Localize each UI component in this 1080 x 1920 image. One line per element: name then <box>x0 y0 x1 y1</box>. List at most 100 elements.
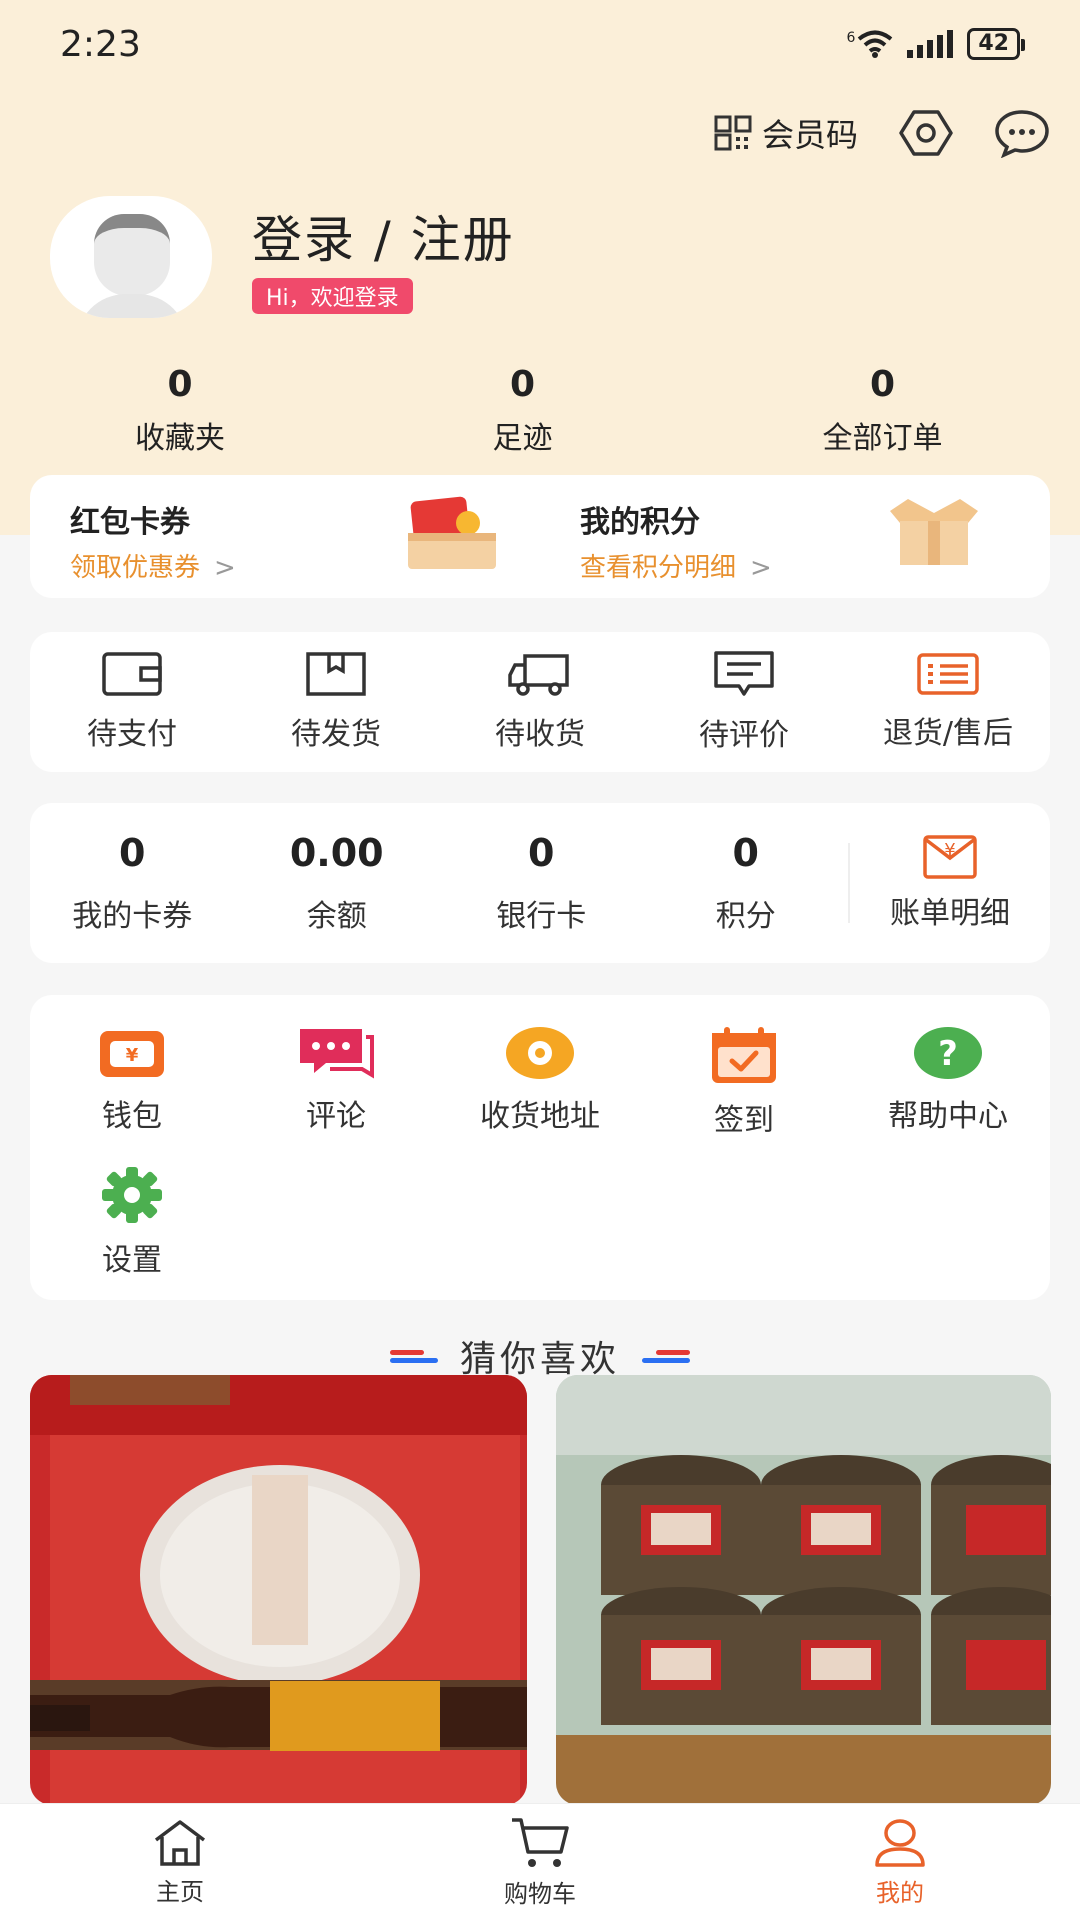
wallet-summary-card: 0 我的卡券 0.00 余额 0 银行卡 0 积分 ¥ 账单明细 <box>30 803 1050 963</box>
stat-footprints[interactable]: 0 足迹 <box>360 364 685 457</box>
truck-icon <box>508 654 569 696</box>
user-icon <box>875 1818 925 1867</box>
bill-label: 账单明细 <box>890 896 1010 931</box>
svg-text:?: ? <box>938 1034 958 1074</box>
svg-text:¥: ¥ <box>944 840 955 861</box>
chevron-right-icon: > <box>214 553 236 583</box>
wallet-points[interactable]: 0 积分 <box>644 831 849 935</box>
wallet-my-coupons[interactable]: 0 我的卡券 <box>30 831 235 935</box>
order-pending-receipt[interactable]: 待收货 <box>438 632 642 772</box>
tool-label: 评论 <box>306 1099 366 1134</box>
gear-icon <box>102 1167 162 1223</box>
stat-all-orders[interactable]: 0 全部订单 <box>685 364 1080 457</box>
tab-cart[interactable]: 购物车 <box>360 1804 720 1920</box>
profile-section: 登录 / 注册 Hi，欢迎登录 <box>50 196 515 318</box>
coupon-subtitle: 领取优惠券 <box>70 553 201 583</box>
network-type: 6 <box>846 30 856 46</box>
order-label: 待支付 <box>87 717 177 752</box>
product-card-wine-giftbox[interactable] <box>30 1375 527 1805</box>
wallet-bank-cards[interactable]: 0 银行卡 <box>439 831 644 935</box>
welcome-badge: Hi，欢迎登录 <box>252 278 413 314</box>
order-label: 退货/售后 <box>882 716 1014 751</box>
login-register-link[interactable]: 登录 / 注册 <box>252 200 515 272</box>
tab-label: 我的 <box>876 1878 924 1907</box>
tab-me[interactable]: 我的 <box>720 1804 1080 1920</box>
signal-icon <box>907 30 954 58</box>
product-image <box>556 1375 1051 1805</box>
product-card-tea-jars[interactable] <box>556 1375 1051 1805</box>
tool-settings[interactable]: 设置 <box>30 1165 234 1279</box>
calendar-check-icon <box>712 1027 776 1083</box>
product-image <box>30 1375 527 1805</box>
svg-text:¥: ¥ <box>126 1045 139 1066</box>
qr-code-icon <box>714 115 752 151</box>
stat-label: 足迹 <box>492 421 553 456</box>
box-icon <box>306 652 366 696</box>
help-icon: ? <box>914 1027 982 1079</box>
stat-label: 全部订单 <box>822 421 943 456</box>
stat-favorites[interactable]: 0 收藏夹 <box>0 364 360 457</box>
order-status-card: 待支付 待发货 待收货 待评价 退货/售后 <box>30 632 1050 772</box>
decoration-left <box>389 1349 438 1363</box>
settings-gear-icon[interactable] <box>898 108 954 158</box>
wallet-balance[interactable]: 0.00 余额 <box>235 831 440 935</box>
order-after-sales[interactable]: 退货/售后 <box>846 632 1050 772</box>
tool-comments[interactable]: 评论 <box>234 1025 438 1135</box>
cart-icon <box>512 1817 569 1867</box>
points-subtitle: 查看积分明细 <box>580 553 737 583</box>
list-icon <box>917 653 979 695</box>
member-code-label: 会员码 <box>761 116 858 154</box>
tool-address[interactable]: 收货地址 <box>438 1025 642 1135</box>
stat-value: 0 <box>869 364 896 405</box>
tab-home[interactable]: 主页 <box>0 1804 360 1920</box>
tool-label: 帮助中心 <box>888 1099 1008 1134</box>
points-entry[interactable]: 我的积分 查看积分明细 > <box>540 475 1050 598</box>
avatar[interactable] <box>50 196 212 318</box>
status-time: 2:23 <box>60 23 141 65</box>
wallet-value: 0 <box>528 831 555 875</box>
message-icon[interactable] <box>994 108 1050 158</box>
tab-label: 购物车 <box>504 1879 576 1908</box>
wallet-icon <box>102 652 162 696</box>
location-icon <box>506 1027 574 1079</box>
tools-card: ¥ 钱包 评论 收货地址 签到 ? 帮助中心 设置 <box>30 995 1050 1300</box>
tool-wallet[interactable]: ¥ 钱包 <box>30 1025 234 1135</box>
coupon-entry[interactable]: 红包卡券 领取优惠券 > <box>30 475 540 598</box>
wallet-tool-icon: ¥ <box>100 1031 164 1077</box>
status-icons: 6 42 <box>846 28 1025 60</box>
order-pending-payment[interactable]: 待支付 <box>30 632 234 772</box>
battery-indicator: 42 <box>967 28 1025 60</box>
gift-box-icon <box>890 499 978 565</box>
wallet-label: 积分 <box>715 899 776 934</box>
tool-label: 签到 <box>714 1103 774 1138</box>
home-icon <box>154 1819 206 1866</box>
status-bar: 2:23 6 42 <box>0 0 1080 88</box>
tool-label: 设置 <box>102 1243 162 1278</box>
tool-label: 钱包 <box>102 1099 162 1134</box>
wallet-label: 银行卡 <box>496 899 587 934</box>
tab-label: 主页 <box>156 1877 204 1906</box>
stats-row: 0 收藏夹 0 足迹 0 全部订单 <box>0 364 1080 457</box>
order-pending-review[interactable]: 待评价 <box>642 632 846 772</box>
order-pending-shipment[interactable]: 待发货 <box>234 632 438 772</box>
bill-icon: ¥ <box>923 835 977 879</box>
chevron-right-icon: > <box>750 553 772 583</box>
order-label: 待发货 <box>291 717 381 752</box>
wallet-label: 我的卡券 <box>72 899 193 934</box>
red-envelope-icon <box>408 496 496 569</box>
wifi-icon: 6 <box>846 30 893 58</box>
comment-icon <box>714 651 774 696</box>
tool-check-in[interactable]: 签到 <box>642 1025 846 1139</box>
bill-details-button[interactable]: ¥ 账单明细 <box>850 834 1050 932</box>
tool-help-center[interactable]: ? 帮助中心 <box>846 1025 1050 1135</box>
wallet-label: 余额 <box>306 899 367 934</box>
order-label: 待收货 <box>495 717 585 752</box>
member-code-button[interactable]: 会员码 <box>714 110 858 156</box>
header-actions: 会员码 <box>714 108 1050 158</box>
order-label: 待评价 <box>699 718 789 753</box>
coupon-points-card: 红包卡券 领取优惠券 > 我的积分 查看积分明细 > <box>30 475 1050 598</box>
chat-icon <box>300 1029 374 1079</box>
stat-value: 0 <box>509 364 536 405</box>
stat-label: 收藏夹 <box>135 421 225 456</box>
tool-label: 收货地址 <box>480 1099 600 1134</box>
